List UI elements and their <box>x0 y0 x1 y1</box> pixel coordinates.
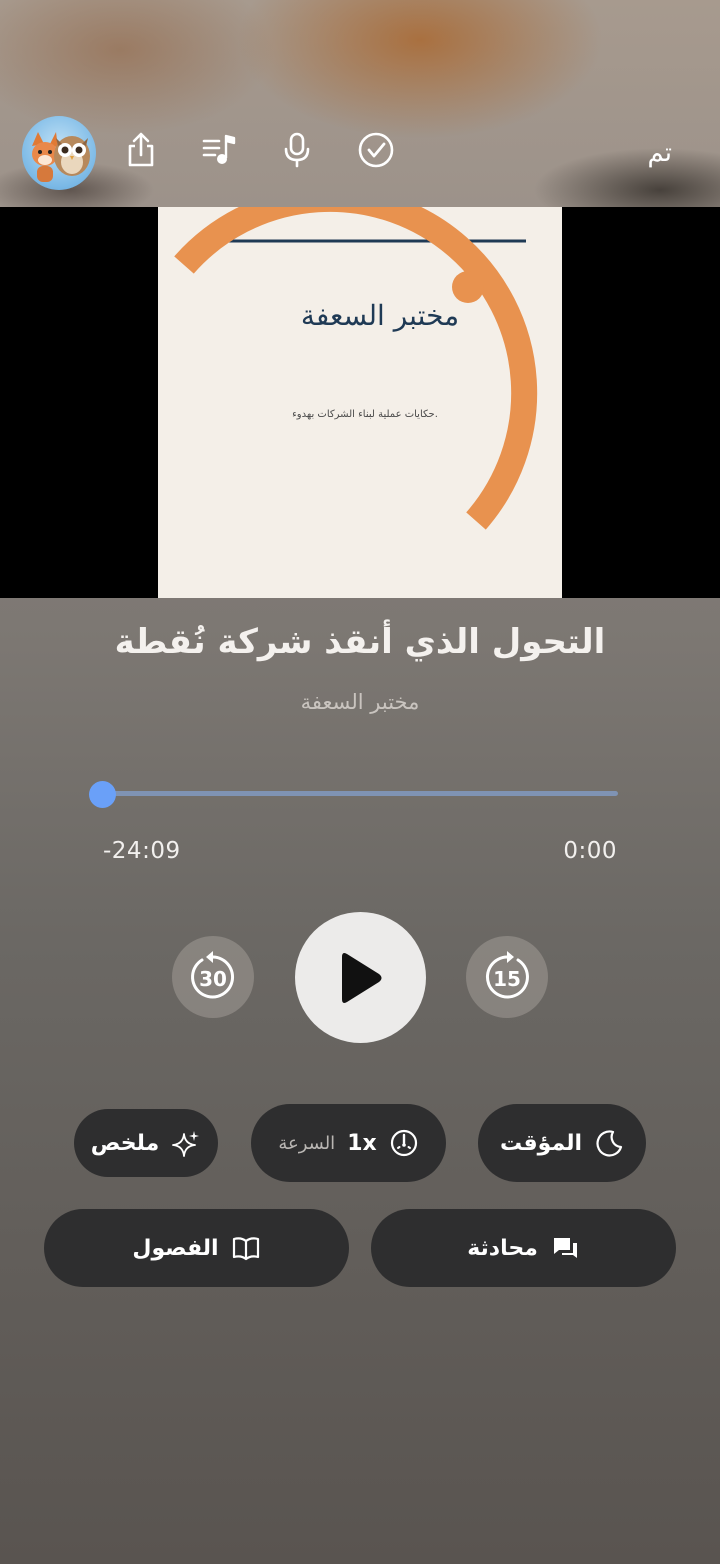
forward-icon: 15 <box>486 951 529 999</box>
skip-forward-label: 15 <box>493 967 521 991</box>
moon-icon <box>594 1128 624 1158</box>
play-icon <box>342 953 382 1003</box>
progress-knob[interactable] <box>89 781 116 808</box>
chapters-button[interactable]: الفصول <box>44 1209 349 1287</box>
summary-button[interactable]: ملخص <box>74 1109 218 1177</box>
rewind-icon: 30 <box>191 951 234 999</box>
skip-back-label: 30 <box>199 967 227 991</box>
sparkles-icon <box>171 1128 201 1158</box>
microphone-icon[interactable] <box>277 130 317 170</box>
speed-label: السرعة <box>278 1132 336 1154</box>
cover-art: مختبر السعفة حكايات عملية لبناء الشركات … <box>158 207 562 598</box>
speed-button[interactable]: 1x السرعة <box>251 1104 446 1182</box>
cover-decoration <box>174 207 538 530</box>
chapters-label: الفصول <box>132 1235 219 1261</box>
time-elapsed: 0:00 <box>563 838 617 864</box>
timer-label: المؤقت <box>499 1130 583 1156</box>
progress-bar[interactable] <box>102 791 618 796</box>
chat-button[interactable]: محادثة <box>371 1209 676 1287</box>
chat-bubbles-icon <box>550 1233 580 1263</box>
playlist-icon[interactable] <box>199 130 239 170</box>
track-title: التحول الذي أنقذ شركة نُقطة <box>114 622 606 662</box>
book-icon <box>231 1233 261 1263</box>
checkmark-circle-icon[interactable] <box>356 130 396 170</box>
done-button[interactable]: تم <box>647 138 672 168</box>
cover-title: مختبر السعفة <box>300 299 460 332</box>
share-icon[interactable] <box>121 130 161 170</box>
time-remaining: -24:09 <box>103 838 181 864</box>
avatar[interactable] <box>22 116 96 190</box>
skip-back-30-button[interactable]: 30 <box>172 936 254 1018</box>
sleep-timer-button[interactable]: المؤقت <box>478 1104 646 1182</box>
track-artist[interactable]: مختبر السعفة <box>0 690 720 714</box>
cover-art-area: مختبر السعفة حكايات عملية لبناء الشركات … <box>0 207 720 598</box>
skip-forward-15-button[interactable]: 15 <box>466 936 548 1018</box>
avatar-illustration-icon <box>32 132 90 182</box>
cover-subtitle: حكايات عملية لبناء الشركات بهدوء. <box>292 409 438 420</box>
speedometer-icon <box>389 1128 419 1158</box>
summary-label: ملخص <box>90 1130 160 1156</box>
speed-value: 1x <box>347 1130 377 1156</box>
play-button[interactable] <box>295 912 426 1043</box>
chat-label: محادثة <box>467 1235 538 1261</box>
top-toolbar: تم <box>0 110 720 200</box>
